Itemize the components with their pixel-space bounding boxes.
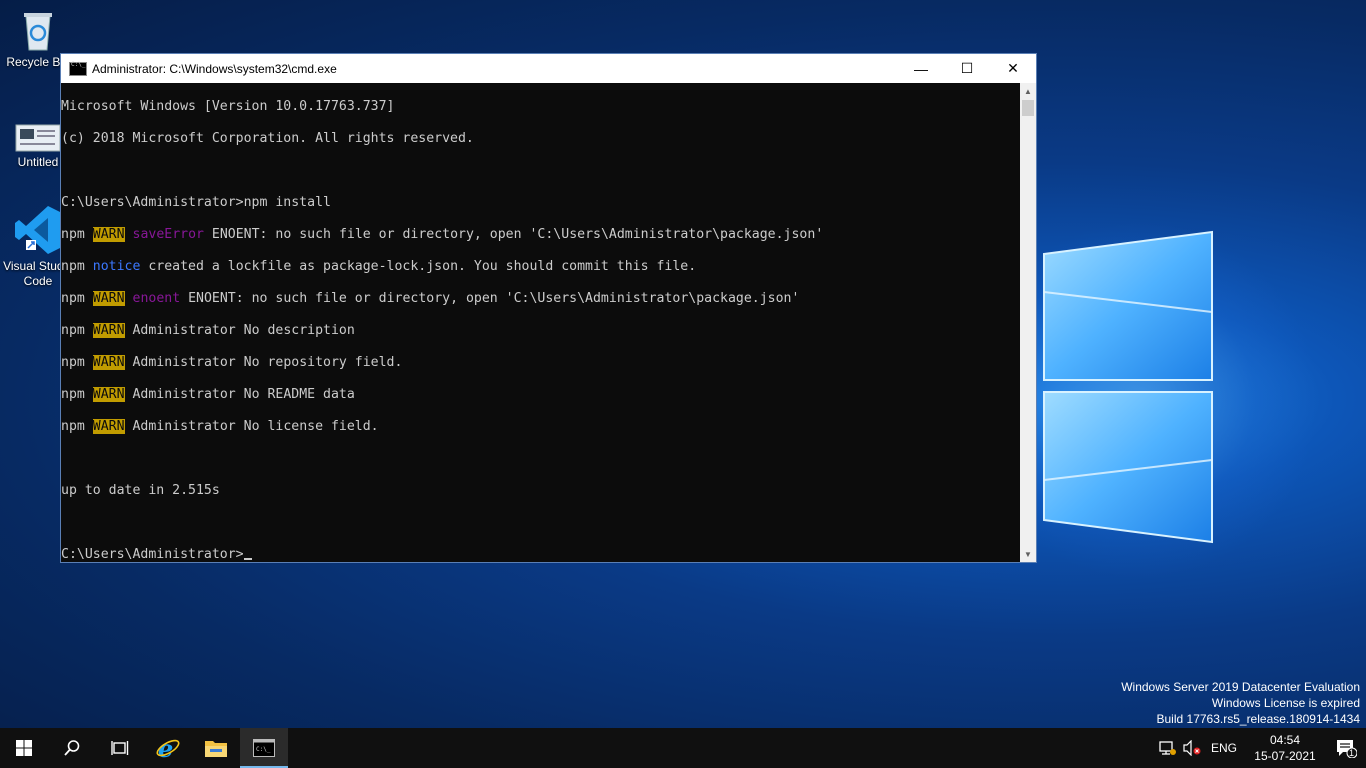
console-line: npm WARN Administrator No description <box>61 323 1022 339</box>
scroll-down-button[interactable]: ▼ <box>1020 546 1036 562</box>
taskbar-cmd[interactable]: C:\_ <box>240 728 288 768</box>
warn-text: ENOENT: no such file or directory, open … <box>203 227 824 242</box>
taskbar: e C:\_ ENG 04:54 15-07-2021 1 <box>0 728 1366 768</box>
search-button[interactable] <box>48 728 96 768</box>
warn-text: Administrator No license field. <box>124 419 379 434</box>
watermark-edition: Windows Server 2019 Datacenter Evaluatio… <box>1121 680 1360 694</box>
cmd-window[interactable]: Administrator: C:\Windows\system32\cmd.e… <box>60 53 1037 563</box>
warn-tag: saveError <box>132 227 204 242</box>
npm-label: npm <box>61 227 85 242</box>
console-line: Microsoft Windows [Version 10.0.17763.73… <box>61 99 395 114</box>
warn-text: Administrator No description <box>124 323 355 338</box>
internet-explorer-icon: e <box>156 735 180 761</box>
warn-text: ENOENT: no such file or directory, open … <box>180 291 800 306</box>
prompt: C:\Users\Administrator> <box>61 547 244 562</box>
window-title: Administrator: C:\Windows\system32\cmd.e… <box>92 61 337 76</box>
console-line: npm WARN Administrator No README data <box>61 387 1022 403</box>
warn-text: Administrator No repository field. <box>124 355 403 370</box>
windows-start-icon <box>16 740 32 756</box>
console-line: (c) 2018 Microsoft Corporation. All righ… <box>61 131 474 146</box>
taskbar-file-explorer[interactable] <box>192 728 240 768</box>
console-line: npm WARN saveError ENOENT: no such file … <box>61 227 1022 243</box>
minimize-icon: — <box>914 60 928 77</box>
warn-tag: enoent <box>132 291 181 306</box>
windows-logo-wallpaper <box>1043 230 1213 544</box>
chevron-up-icon: ▲ <box>1024 86 1032 96</box>
minimize-button[interactable]: — <box>898 54 944 83</box>
search-icon <box>64 740 80 756</box>
console-line: npm WARN Administrator No repository fie… <box>61 355 1022 371</box>
scroll-up-button[interactable]: ▲ <box>1020 83 1036 99</box>
warn-badge: WARN <box>92 323 125 338</box>
language-indicator[interactable]: ENG <box>1204 741 1244 755</box>
license-watermark: Windows Server 2019 Datacenter Evaluatio… <box>1121 679 1360 727</box>
close-icon: ✕ <box>1007 60 1019 76</box>
chevron-down-icon: ▼ <box>1024 549 1032 559</box>
warn-badge: WARN <box>92 419 125 434</box>
npm-label: npm <box>61 323 85 338</box>
volume-muted-icon <box>1183 740 1201 756</box>
task-view-icon <box>111 741 129 755</box>
console-line: C:\Users\Administrator>npm install <box>61 195 331 210</box>
notice-text: created a lockfile as package-lock.json.… <box>140 259 697 274</box>
svg-text:C:\_: C:\_ <box>256 746 271 753</box>
clock-time: 04:54 <box>1269 733 1301 747</box>
npm-label: npm <box>61 355 85 370</box>
warn-badge: WARN <box>92 387 125 402</box>
notice-badge: notice <box>92 259 141 274</box>
watermark-license: Windows License is expired <box>1211 696 1360 710</box>
clock[interactable]: 04:54 15-07-2021 <box>1250 732 1320 764</box>
warn-badge: WARN <box>92 355 125 370</box>
taskbar-internet-explorer[interactable]: e <box>144 728 192 768</box>
cmd-icon: C:\_ <box>253 739 275 757</box>
watermark-build: Build 17763.rs5_release.180914-1434 <box>1156 712 1361 726</box>
maximize-icon: ☐ <box>960 60 974 76</box>
npm-label: npm <box>61 419 85 434</box>
vscode-icon <box>14 204 62 256</box>
network-button[interactable] <box>1156 728 1180 768</box>
system-tray: ENG 04:54 15-07-2021 1 <box>1156 728 1366 768</box>
task-view-button[interactable] <box>96 728 144 768</box>
npm-label: npm <box>61 291 85 306</box>
recycle-bin-icon <box>18 8 58 52</box>
vertical-scrollbar[interactable]: ▲ ▼ <box>1020 83 1036 562</box>
text-cursor <box>243 558 252 560</box>
console-line: npm notice created a lockfile as package… <box>61 259 1022 275</box>
document-icon <box>15 124 61 152</box>
close-button[interactable]: ✕ <box>990 54 1036 83</box>
folder-icon <box>205 741 227 757</box>
action-center-button[interactable]: 1 <box>1326 728 1366 768</box>
cmd-icon <box>69 61 87 76</box>
scroll-thumb[interactable] <box>1022 100 1034 116</box>
warn-badge: WARN <box>92 291 125 306</box>
console-line: C:\Users\Administrator> <box>61 547 1022 562</box>
notification-count: 1 <box>1349 748 1355 758</box>
warn-text: Administrator No README data <box>124 387 355 402</box>
start-button[interactable] <box>0 728 48 768</box>
console-output[interactable]: Microsoft Windows [Version 10.0.17763.73… <box>61 83 1022 562</box>
console-line: npm WARN enoent ENOENT: no such file or … <box>61 291 1022 307</box>
npm-label: npm <box>61 387 85 402</box>
volume-button[interactable] <box>1180 728 1204 768</box>
network-icon <box>1159 741 1176 755</box>
clock-date: 15-07-2021 <box>1254 749 1316 763</box>
console-line: npm WARN Administrator No license field. <box>61 419 1022 435</box>
maximize-button[interactable]: ☐ <box>944 54 990 83</box>
warn-badge: WARN <box>92 227 125 242</box>
window-titlebar[interactable]: Administrator: C:\Windows\system32\cmd.e… <box>61 54 1036 83</box>
npm-label: npm <box>61 259 85 274</box>
console-line: up to date in 2.515s <box>61 483 220 498</box>
